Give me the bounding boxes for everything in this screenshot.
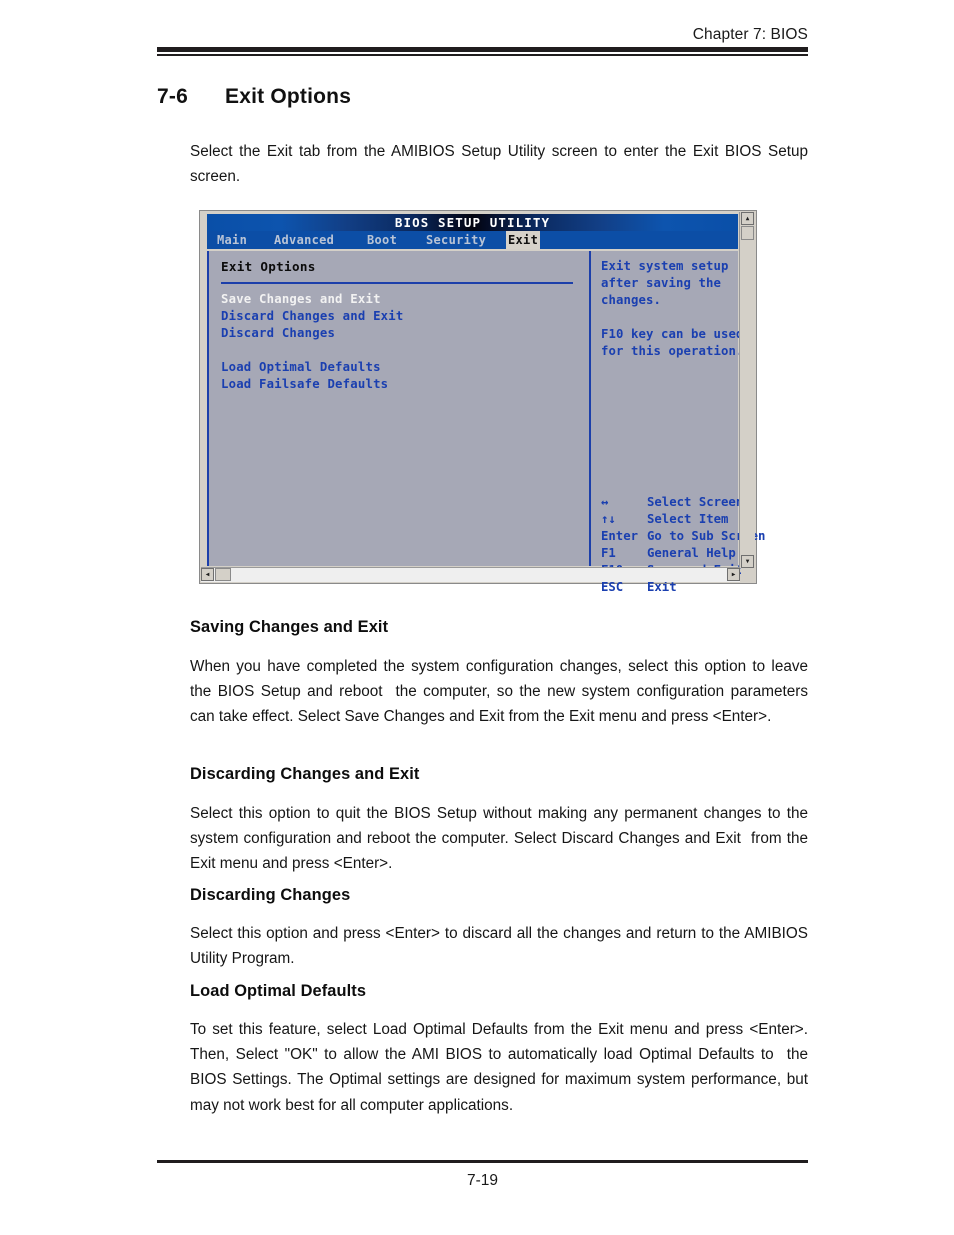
running-header: Chapter 7: BIOS [157,26,808,45]
document-page: Chapter 7: BIOS 7-6 Exit Options Select t… [0,0,954,1235]
subsection-heading-saving-changes-and-exit: Saving Changes and Exit [190,618,389,636]
subsection-paragraph-saving-changes-and-exit: When you have completed the system confi… [190,658,817,726]
subsection-heading-discarding-changes-and-exit: Discarding Changes and Exit [190,765,420,783]
section-heading: 7-6 Exit Options [157,85,351,109]
legend-action: General Help [647,546,736,560]
scroll-down-arrow-icon[interactable]: ▼ [741,555,754,568]
subsection-heading-discarding-changes: Discarding Changes [190,886,351,904]
bios-menu-list: Save Changes and Exit Discard Changes an… [221,291,403,393]
subsection-body-block: When you have completed the system confi… [190,654,808,730]
bios-setup-screenshot: BIOS SETUP UTILITY Main Advanced Boot Se… [199,210,765,594]
subsection-heading-load-optimal-defaults: Load Optimal Defaults [190,982,367,1000]
scroll-up-arrow-icon[interactable]: ▲ [741,212,754,225]
bios-tab-bar: Main Advanced Boot Security Exit [207,231,738,249]
subsection-heading-block: Discarding Changes [190,886,808,905]
intro-block: Select the Exit tab from the AMIBIOS Set… [190,139,808,189]
subsection-body-block: To set this feature, select Load Optimal… [190,1017,808,1118]
bios-title: BIOS SETUP UTILITY [394,215,551,230]
bios-menu-item-load-failsafe-defaults[interactable]: Load Failsafe Defaults [221,376,403,393]
legend-key-arrows-vertical: ↑↓ [601,512,616,526]
subsection-heading-block: Load Optimal Defaults [190,982,808,1001]
bios-titlebar: BIOS SETUP UTILITY [207,214,738,231]
horizontal-scrollbar-thumb[interactable] [215,568,231,581]
legend-action: Select Item [647,512,729,526]
subsection-body-block: Select this option to quit the BIOS Setu… [190,801,808,877]
footer-rule [157,1160,808,1163]
header-rule-thin [157,54,808,56]
legend-key-arrows-horizontal: ↔ [601,495,609,509]
subsection-paragraph-discarding-changes: Select this option and press <Enter> to … [190,925,813,968]
bios-title-underline [221,282,573,284]
legend-key-f1: F1 [601,546,616,560]
vertical-scrollbar[interactable]: ▲ ▼ [739,212,755,568]
subsection-paragraph-discarding-changes-and-exit: Select this option to quit the BIOS Setu… [190,805,813,873]
bios-content-pane: Exit Options Save Changes and Exit Disca… [207,251,765,594]
subsection-heading-block: Discarding Changes and Exit [190,765,808,784]
section-title-text: Exit Options [225,85,352,108]
bios-vertical-divider [589,251,591,566]
vertical-scrollbar-thumb[interactable] [741,226,754,240]
bios-tab-boot[interactable]: Boot [365,231,399,249]
bios-menu-item-save-changes-and-exit[interactable]: Save Changes and Exit [221,291,403,308]
legend-action: Select Screen [647,495,744,509]
subsection-paragraph-load-optimal-defaults: To set this feature, select Load Optimal… [190,1021,813,1114]
section-number: 7-6 [157,85,188,108]
subsection-body-block: Select this option and press <Enter> to … [190,921,808,971]
scroll-right-arrow-icon[interactable]: ▶ [727,568,740,581]
bios-tab-main[interactable]: Main [215,231,249,249]
bios-menu-item-discard-changes-and-exit[interactable]: Discard Changes and Exit [221,308,403,325]
scrollbar-corner [741,568,755,582]
legend-key-enter: Enter [601,529,639,543]
bios-pane-title: Exit Options [221,259,316,274]
footer-page-number: 7-19 [466,1172,499,1189]
bios-tab-advanced[interactable]: Advanced [272,231,336,249]
bios-menu-spacer [221,342,403,359]
horizontal-scrollbar[interactable]: ◀ ▶ [201,567,740,582]
intro-paragraph: Select the Exit tab from the AMIBIOS Set… [190,143,813,186]
bios-tab-exit[interactable]: Exit [506,231,541,249]
bios-menu-item-load-optimal-defaults[interactable]: Load Optimal Defaults [221,359,403,376]
subsection-heading-block: Saving Changes and Exit [190,618,808,637]
legend-action: Exit [647,580,677,594]
scroll-left-arrow-icon[interactable]: ◀ [201,568,214,581]
chapter-label: Chapter 7: BIOS [692,26,808,43]
bios-tab-security[interactable]: Security [424,231,488,249]
bios-menu-item-discard-changes[interactable]: Discard Changes [221,325,403,342]
header-rule [157,47,808,56]
